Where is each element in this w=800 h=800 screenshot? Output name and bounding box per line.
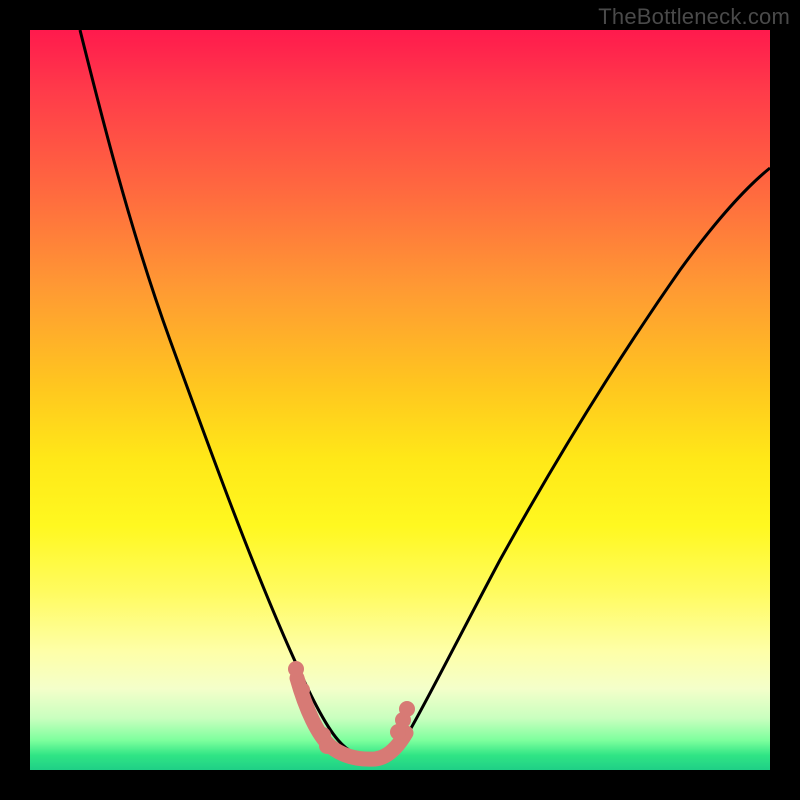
plot-area xyxy=(30,30,770,770)
bottleneck-curve xyxy=(80,30,770,758)
chart-frame: TheBottleneck.com xyxy=(0,0,800,800)
watermark-text: TheBottleneck.com xyxy=(598,4,790,30)
curve-svg xyxy=(30,30,770,770)
flat-bottom-highlight xyxy=(297,678,406,759)
